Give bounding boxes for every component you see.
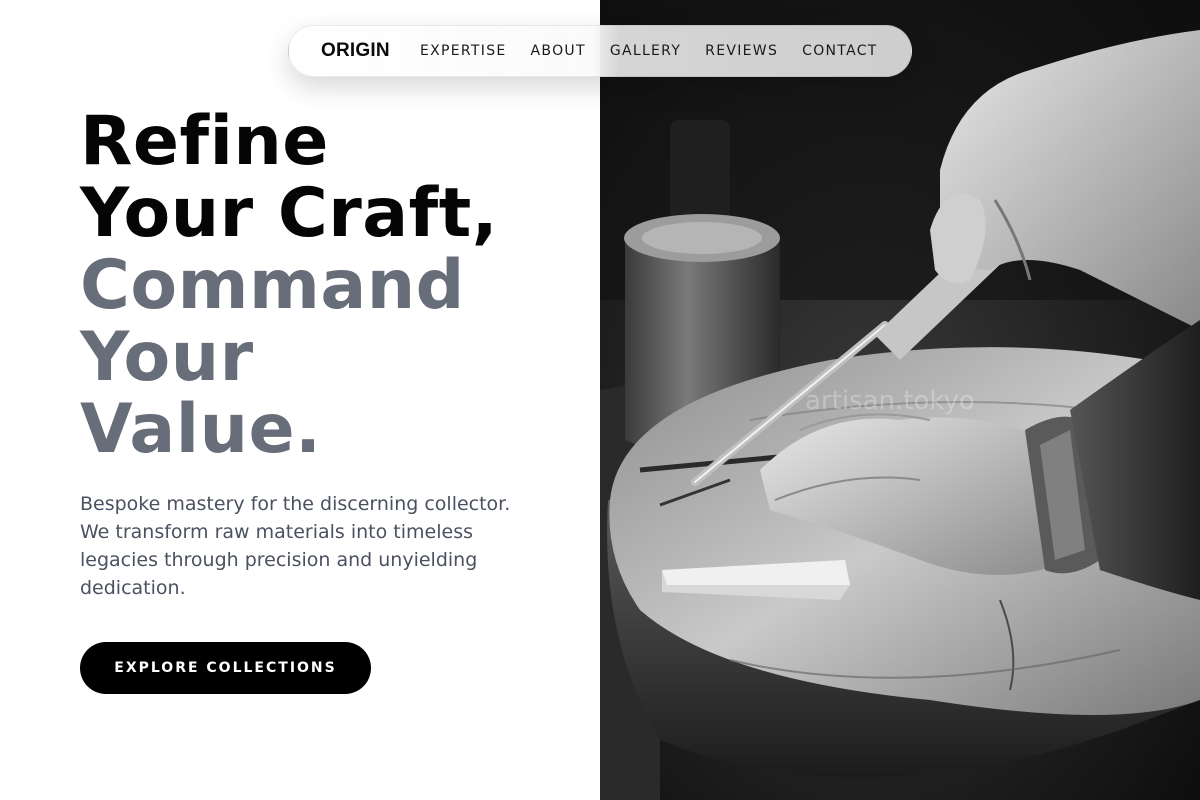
nav-links: EXPERTISE ABOUT GALLERY REVIEWS CONTACT	[420, 26, 902, 76]
explore-collections-button[interactable]: EXPLORE COLLECTIONS	[80, 642, 371, 694]
nav-link-reviews[interactable]: REVIEWS	[705, 26, 778, 76]
nav-link-expertise[interactable]: EXPERTISE	[420, 26, 507, 76]
hero-photo	[600, 0, 1200, 800]
nav-link-gallery[interactable]: GALLERY	[610, 26, 681, 76]
headline-line-accent: Your	[80, 318, 254, 397]
nav-link-contact[interactable]: CONTACT	[802, 26, 878, 76]
nav-link-about[interactable]: ABOUT	[531, 26, 586, 76]
hero-description: Bespoke mastery for the discerning colle…	[80, 493, 511, 599]
headline-line-accent: Command	[80, 246, 465, 325]
headline-line: Your Craft,	[80, 174, 499, 253]
hero-headline: Refine Your Craft, Command Your Value.	[80, 106, 498, 466]
page: Refine Your Craft, Command Your Value. B…	[0, 0, 1200, 800]
headline-line: Refine	[80, 102, 329, 181]
hero-section: Refine Your Craft, Command Your Value. B…	[0, 0, 600, 800]
brand-logo[interactable]: ORIGIN	[321, 26, 390, 76]
headline-line-accent: Value.	[80, 390, 322, 469]
top-navigation: ORIGIN EXPERTISE ABOUT GALLERY REVIEWS C…	[288, 25, 912, 77]
